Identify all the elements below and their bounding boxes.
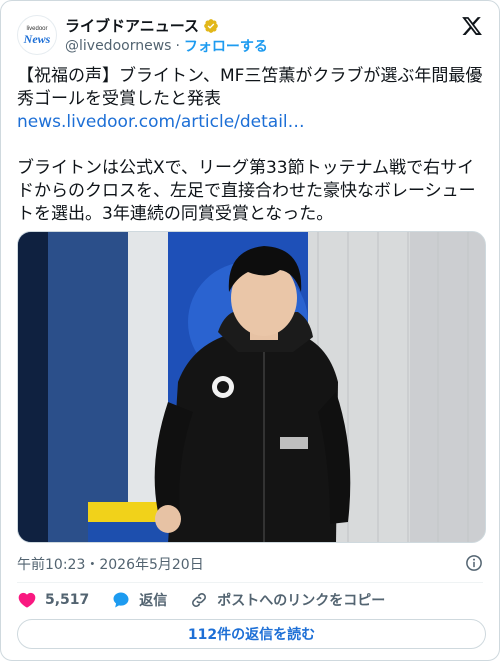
photo-illustration [18, 232, 485, 542]
reply-bubble-icon [113, 592, 129, 608]
tweet-timestamp[interactable]: 午前10:23・2026年5月20日 [17, 554, 204, 574]
read-replies-button[interactable]: 112件の返信を読む [17, 619, 486, 649]
account-name-row: ライブドアニュース [65, 15, 219, 36]
tweet-body: ブライトンは公式Xで、リーグ第33節トッテナム戦で右サイドからのクロスを、左足で… [17, 158, 476, 224]
like-button[interactable]: 5,517 [17, 590, 89, 610]
reply-button[interactable]: 返信 [111, 590, 167, 610]
x-logo-icon[interactable] [461, 15, 483, 37]
handle-row: @livedoornews · フォローする [65, 36, 268, 56]
account-handle[interactable]: @livedoornews [65, 38, 171, 54]
copy-link-button[interactable]: ポストへのリンクをコピー [189, 590, 385, 610]
copy-link-label: ポストへのリンクをコピー [217, 593, 386, 609]
tweet-headline: 【祝福の声】ブライトン、MF三笘薫がクラブが選ぶ年間最優秀ゴールを受賞したと発表 [17, 66, 483, 109]
link-icon [192, 593, 207, 607]
tweet-text: 【祝福の声】ブライトン、MF三笘薫がクラブが選ぶ年間最優秀ゴールを受賞したと発表… [17, 65, 487, 226]
avatar[interactable]: livedoor News [17, 15, 57, 55]
account-name[interactable]: ライブドアニュース [65, 15, 199, 36]
heart-icon [18, 592, 36, 608]
avatar-bottom-text: News [23, 31, 51, 46]
info-icon[interactable] [465, 554, 483, 572]
article-link[interactable]: news.livedoor.com/article/detail… [17, 111, 487, 134]
separator-dot: · [175, 38, 180, 54]
tweet-photo[interactable] [17, 231, 486, 543]
like-count: 5,517 [45, 592, 90, 608]
verified-badge-icon [204, 18, 218, 33]
reply-label: 返信 [139, 593, 168, 609]
follow-button[interactable]: フォローする [184, 36, 268, 56]
action-bar: 5,517 返信 ポストへのリンクをコピー [17, 589, 407, 611]
tweet-embed-card: livedoor News ライブドアニュース @livedoornews · … [0, 0, 500, 661]
divider [17, 582, 483, 583]
